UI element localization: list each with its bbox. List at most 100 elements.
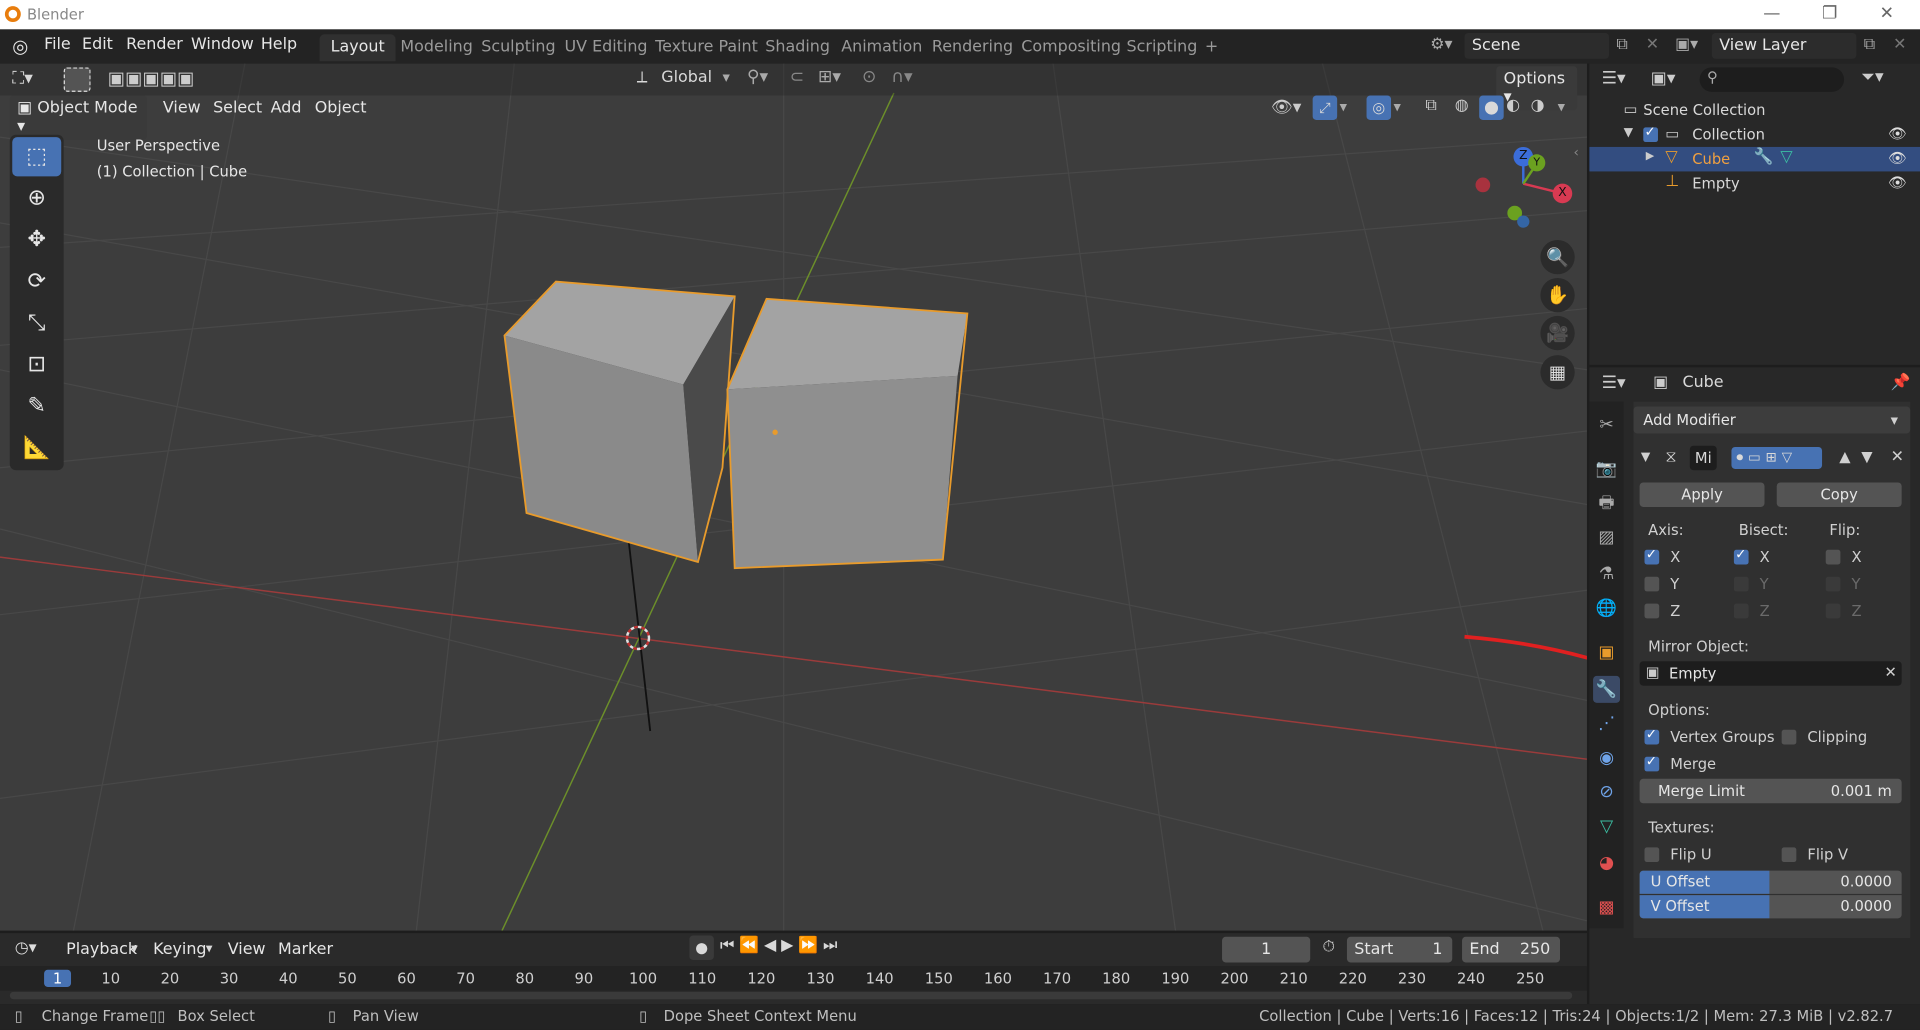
overlays-dropdown-icon[interactable]: ▾ [1393,98,1400,115]
object-tab-icon[interactable]: ▣ [1593,639,1620,666]
menu-render[interactable]: Render [126,36,183,54]
data-tab-icon[interactable]: ▽ [1593,813,1620,840]
object-mode-dropdown[interactable]: ▣ Object Mode ▾ [9,95,147,140]
render-tab-icon[interactable]: 📷 [1593,456,1620,483]
output-tab-icon[interactable]: 🖶 [1593,490,1620,517]
pan-hand-icon[interactable]: ✋ [1540,277,1575,313]
tab-animation[interactable]: Animation [830,34,933,61]
tab-layout[interactable]: Layout [319,34,396,62]
new-scene-icon[interactable]: ⧉ [1616,36,1627,54]
sidebar-toggle-icon[interactable]: ‹ [1573,144,1578,160]
tab-compositing[interactable]: Compositing [1010,34,1132,61]
scene-selector-icon[interactable]: ⚙▾ [1430,36,1452,54]
shading-dropdown-icon[interactable]: ▾ [1558,98,1565,115]
modifier-display-toggles[interactable]: ⏺▭⊞▽ [1731,446,1823,469]
viewport-menu-select[interactable]: Select [213,99,262,117]
scene-field[interactable]: Scene [1464,33,1609,59]
clipping-checkbox[interactable] [1781,729,1797,745]
rotate-tool-icon[interactable]: ⟳ [12,262,61,301]
timeline-menu-view[interactable]: View [228,940,266,958]
particles-tab-icon[interactable]: ⋰ [1593,710,1620,737]
cube-visibility-eye-icon[interactable]: 👁 [1888,149,1907,166]
constraints-tab-icon[interactable]: ⊘ [1593,779,1620,806]
blender-menu-icon[interactable]: ◎ [12,36,28,58]
expand-arrow-icon[interactable]: ▶ [1646,151,1654,163]
cursor-tool-icon[interactable]: ⊕ [12,179,61,218]
rendered-shading-icon[interactable]: ◑ [1531,97,1545,115]
flip-u-checkbox[interactable] [1644,847,1660,863]
view-layer-tab-icon[interactable]: ▨ [1593,524,1620,551]
outliner-row-scene-collection[interactable]: ▭ Scene Collection [1589,98,1920,122]
copy-button[interactable]: Copy [1776,482,1902,507]
display-mode-icon[interactable]: ▣▾ [1651,69,1676,89]
record-icon[interactable]: ● [689,935,714,961]
properties-editor-icon[interactable]: ☰▾ [1602,373,1626,393]
outliner-search-input[interactable]: ⚲ [1699,67,1845,92]
menu-help[interactable]: Help [261,36,297,54]
visibility-icon[interactable]: 👁▾ [1271,98,1301,118]
frame-ruler[interactable]: 1 10 20 30 40 50 60 70 80 90 100 110 120 130 140 150 160… [0,966,1587,991]
collapse-arrow-icon[interactable]: ▼ [1641,451,1650,464]
outliner-editor-icon[interactable]: ☰▾ [1602,69,1626,89]
minimize-button[interactable]: — [1763,4,1780,24]
proportional-edit-icon[interactable]: ⊙ [862,67,876,87]
outliner-row-collection[interactable]: ▼ ▭ Collection 👁 [1589,122,1920,146]
move-down-icon[interactable]: ▼ [1861,448,1872,465]
new-view-layer-icon[interactable]: ⧉ [1864,36,1875,54]
transform-orientation-dropdown[interactable]: Global [661,69,712,87]
current-frame-field[interactable]: 1 [1222,936,1311,963]
mirror-object-field[interactable]: ▣ Empty ✕ [1639,661,1902,686]
falloff-icon[interactable]: ∩▾ [891,67,912,87]
gizmo-x-axis[interactable]: X [1552,183,1573,204]
timeline-editor-icon[interactable]: ◷▾ [15,939,37,957]
modifier-name-input[interactable]: Mi [1689,445,1717,471]
modifier-wrench-icon[interactable]: 🔧 [1753,148,1773,166]
viewport-menu-view[interactable]: View [163,99,201,117]
pin-icon[interactable]: 📌 [1891,373,1911,391]
pivot-point-icon[interactable]: ⚲▾ [747,67,768,87]
timeline-menu-keying[interactable]: Keying [153,940,206,958]
select-tool-icon[interactable]: ⬚ [12,137,62,177]
start-frame-field[interactable]: Start 1 [1346,936,1453,963]
viewport-menu-object[interactable]: Object [315,99,367,117]
bisect-z-checkbox[interactable] [1733,603,1749,619]
remove-view-layer-icon[interactable]: ✕ [1893,36,1906,54]
snap-icon[interactable]: ⊂ [790,67,804,87]
tool-tab-icon[interactable]: ✂ [1593,411,1620,438]
move-tool-icon[interactable]: ✥ [12,220,61,259]
timeline-menu-marker[interactable]: Marker [278,940,333,958]
flip-z-checkbox[interactable] [1825,603,1841,619]
tab-uv-editing[interactable]: UV Editing [553,34,658,61]
material-tab-icon[interactable]: ◕ [1593,850,1620,877]
bisect-y-checkbox[interactable] [1733,576,1749,592]
flip-y-checkbox[interactable] [1825,576,1841,592]
editor-type-icon[interactable]: ⛶▾ [12,69,33,89]
maximize-button[interactable]: ❐ [1822,4,1837,24]
transform-tool-icon[interactable]: ⊡ [12,345,61,384]
gizmo-dropdown-icon[interactable]: ▾ [1340,98,1347,115]
collection-visibility-eye-icon[interactable]: 👁 [1888,125,1907,142]
texture-tab-icon[interactable]: ▩ [1593,894,1620,921]
tab-sculpting[interactable]: Sculpting [470,34,566,61]
apply-button[interactable]: Apply [1639,482,1765,507]
xray-icon[interactable]: ⧉ [1425,97,1436,115]
menu-window[interactable]: Window [191,36,254,54]
scene-tab-icon[interactable]: ⚗ [1593,561,1620,588]
physics-tab-icon[interactable]: ◉ [1593,744,1620,771]
collection-exclude-checkbox[interactable] [1643,124,1658,143]
clear-field-icon[interactable]: ✕ [1885,664,1897,681]
tab-texture-paint[interactable]: Texture Paint [644,34,769,61]
timeline-menu-playback[interactable]: Playback [66,940,137,958]
navigation-gizmo[interactable]: Z X Y [1469,144,1579,232]
view-layer-field[interactable]: View Layer [1711,33,1857,59]
overlays-toggle-icon[interactable]: ◎ [1366,95,1392,121]
flip-v-checkbox[interactable] [1781,847,1797,863]
modifier-tab-icon[interactable]: 🔧 [1593,675,1621,703]
vertex-groups-checkbox[interactable] [1644,726,1660,745]
axis-y-checkbox[interactable] [1644,576,1660,592]
outliner-row-empty[interactable]: ⊥ Empty 👁 [1589,171,1920,195]
3d-viewport[interactable]: ⛶▾ ▣▣▣▣▣ ⟂ Global ▾ ⚲▾ ⊂ ⊞▾ ⊙ ∩▾ Options… [0,63,1587,931]
bisect-x-checkbox[interactable] [1733,546,1749,565]
preview-range-icon[interactable]: ⏱ [1322,938,1334,956]
material-shading-icon[interactable]: ◐ [1506,97,1520,115]
